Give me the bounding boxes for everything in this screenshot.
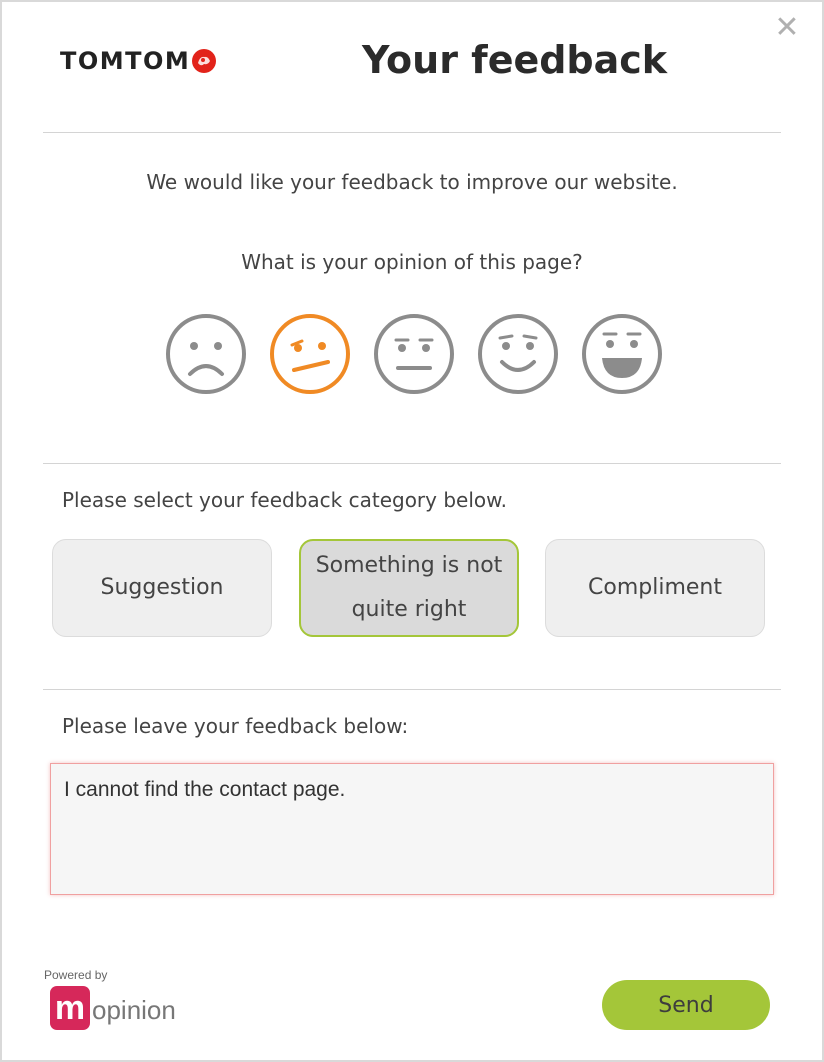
category-option-label: Something is not quite right	[315, 553, 503, 622]
very-sad-face-icon[interactable]	[164, 312, 248, 396]
rating-group	[164, 312, 664, 396]
mopinion-brand-text: opinion	[92, 995, 176, 1025]
opinion-question: What is your opinion of this page?	[241, 250, 583, 274]
very-happy-face-icon[interactable]	[580, 312, 664, 396]
neutral-face-icon[interactable]	[372, 312, 456, 396]
brand-text: TOMTOM	[60, 47, 191, 75]
feedback-modal: ✕ TOMTOM Your feedback We would like you…	[0, 0, 824, 1062]
mopinion-logo: m opinion	[50, 986, 176, 1030]
category-label: Please select your feedback category bel…	[62, 488, 508, 512]
feedback-label: Please leave your feedback below:	[62, 714, 409, 738]
powered-by-label: Powered by	[44, 968, 108, 982]
category-option-label: Suggestion	[100, 575, 224, 600]
tomtom-logo: TOMTOM	[60, 47, 217, 75]
feedback-textarea[interactable]	[50, 763, 774, 895]
category-compliment-button[interactable]: Compliment	[545, 539, 765, 637]
category-option-label: Compliment	[588, 575, 722, 600]
sad-face-icon[interactable]	[268, 312, 352, 396]
happy-face-icon[interactable]	[476, 312, 560, 396]
category-not-right-button[interactable]: Something is not quite right	[299, 539, 519, 637]
send-button[interactable]: Send	[602, 980, 770, 1030]
divider	[43, 463, 781, 464]
mopinion-m-icon: m	[50, 986, 90, 1030]
close-icon[interactable]: ✕	[770, 10, 804, 45]
divider	[43, 689, 781, 690]
tomtom-hands-logo-icon	[192, 49, 217, 73]
intro-message: We would like your feedback to improve o…	[146, 170, 678, 194]
page-title: Your feedback	[362, 38, 668, 82]
divider	[43, 132, 781, 133]
category-suggestion-button[interactable]: Suggestion	[52, 539, 272, 637]
